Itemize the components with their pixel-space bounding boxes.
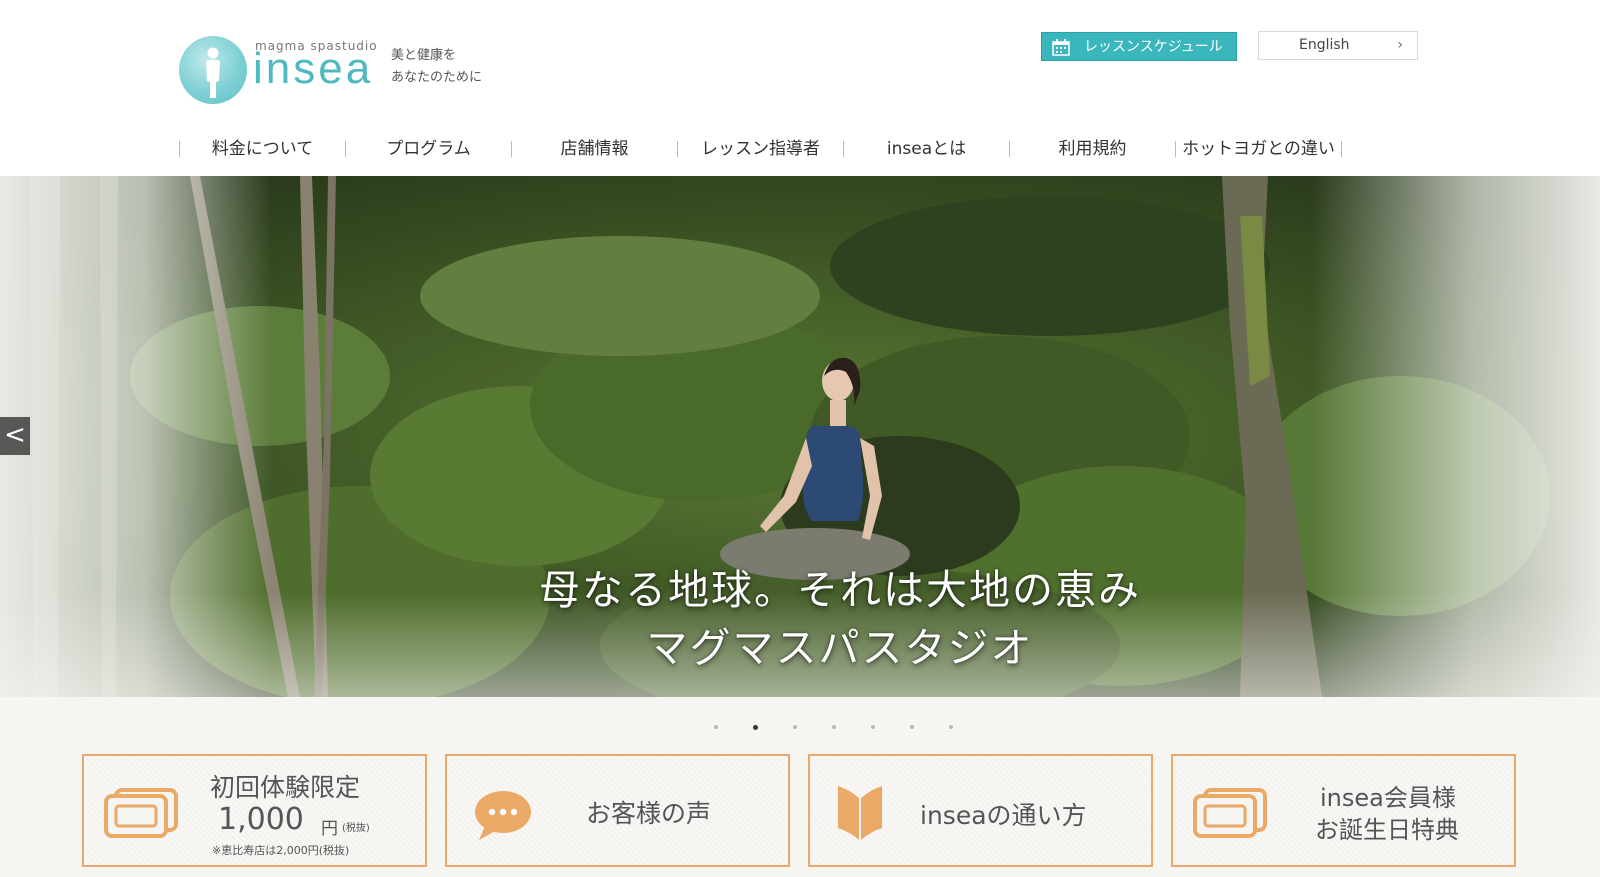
main-navigation: 料金について プログラム 店舗情報 レッスン指導者 inseaとは 利用規約 ホ… bbox=[179, 131, 1342, 167]
slider-dot-5[interactable] bbox=[871, 725, 875, 729]
english-language-button[interactable]: English › bbox=[1258, 31, 1418, 60]
slider-dot-6[interactable] bbox=[910, 725, 914, 729]
hero-caption-line-2: マグマスパスタジオ bbox=[646, 624, 1034, 672]
calendar-icon bbox=[1052, 39, 1070, 56]
trial-offer-note: ※恵比寿店は2,000円(税抜) bbox=[212, 844, 350, 857]
how-to-attend-card[interactable]: inseaの通い方 bbox=[808, 754, 1153, 867]
logo-wordmark: insea bbox=[253, 44, 374, 93]
birthday-benefit-title-2: お誕生日特典 bbox=[1315, 816, 1459, 844]
speech-bubble-icon bbox=[475, 791, 531, 840]
hero-caption: 母なる地球。それは大地の恵み マグマスパスタジオ bbox=[0, 561, 1600, 677]
ticket-icon bbox=[104, 788, 178, 838]
slider-dot-2[interactable] bbox=[753, 725, 758, 730]
trial-offer-title: 初回体験限定 bbox=[210, 773, 361, 802]
slider-dot-7[interactable] bbox=[949, 725, 953, 729]
trial-offer-card[interactable]: 初回体験限定 1,000 円 (税抜) ※恵比寿店は2,000円(税抜) bbox=[82, 754, 427, 867]
nav-item-instructors[interactable]: レッスン指導者 bbox=[678, 131, 843, 167]
site-header: magma spastudio insea 美と健康を あなたのために レッスン… bbox=[0, 0, 1600, 176]
how-to-attend-title: inseaの通い方 bbox=[920, 801, 1087, 830]
lesson-schedule-button[interactable]: レッスンスケジュール bbox=[1041, 32, 1237, 61]
nav-item-store-info[interactable]: 店舗情報 bbox=[512, 131, 677, 167]
trial-offer-tax: (税抜) bbox=[342, 823, 370, 834]
trial-offer-price: 1,000 bbox=[218, 802, 304, 837]
nav-item-hot-yoga-difference[interactable]: ホットヨガとの違い bbox=[1176, 131, 1341, 167]
chevron-right-icon: › bbox=[1397, 37, 1403, 53]
slider-dot-3[interactable] bbox=[793, 725, 797, 729]
logo-figure-icon bbox=[179, 36, 247, 104]
nav-item-program[interactable]: プログラム bbox=[346, 131, 511, 167]
birthday-benefit-card[interactable]: insea会員様 お誕生日特典 bbox=[1171, 754, 1516, 867]
nav-item-about[interactable]: inseaとは bbox=[844, 131, 1009, 167]
logo-tagline-1: 美と健康を bbox=[391, 48, 457, 63]
ticket-icon bbox=[1193, 788, 1267, 838]
birthday-benefit-title-1: insea会員様 bbox=[1320, 784, 1456, 812]
nav-item-pricing[interactable]: 料金について bbox=[180, 131, 345, 167]
site-logo[interactable]: magma spastudio insea 美と健康を あなたのために bbox=[179, 36, 509, 106]
slider-dot-1[interactable] bbox=[714, 725, 718, 729]
logo-tagline-2: あなたのために bbox=[391, 70, 483, 85]
nav-item-terms[interactable]: 利用規約 bbox=[1010, 131, 1175, 167]
slider-prev-button[interactable]: < bbox=[0, 417, 30, 455]
trial-offer-unit: 円 bbox=[321, 819, 338, 839]
customer-voice-card[interactable]: お客様の声 bbox=[445, 754, 790, 867]
customer-voice-title: お客様の声 bbox=[586, 799, 712, 828]
nav-divider bbox=[1341, 141, 1342, 157]
book-icon bbox=[838, 786, 882, 840]
hero-slider: 母なる地球。それは大地の恵み マグマスパスタジオ < bbox=[0, 176, 1600, 697]
slider-pagination bbox=[714, 722, 988, 732]
lesson-schedule-label: レッスンスケジュール bbox=[1084, 39, 1223, 55]
slider-dot-4[interactable] bbox=[832, 725, 836, 729]
hero-caption-line-1: 母なる地球。それは大地の恵み bbox=[539, 566, 1141, 614]
english-label: English bbox=[1299, 37, 1350, 53]
